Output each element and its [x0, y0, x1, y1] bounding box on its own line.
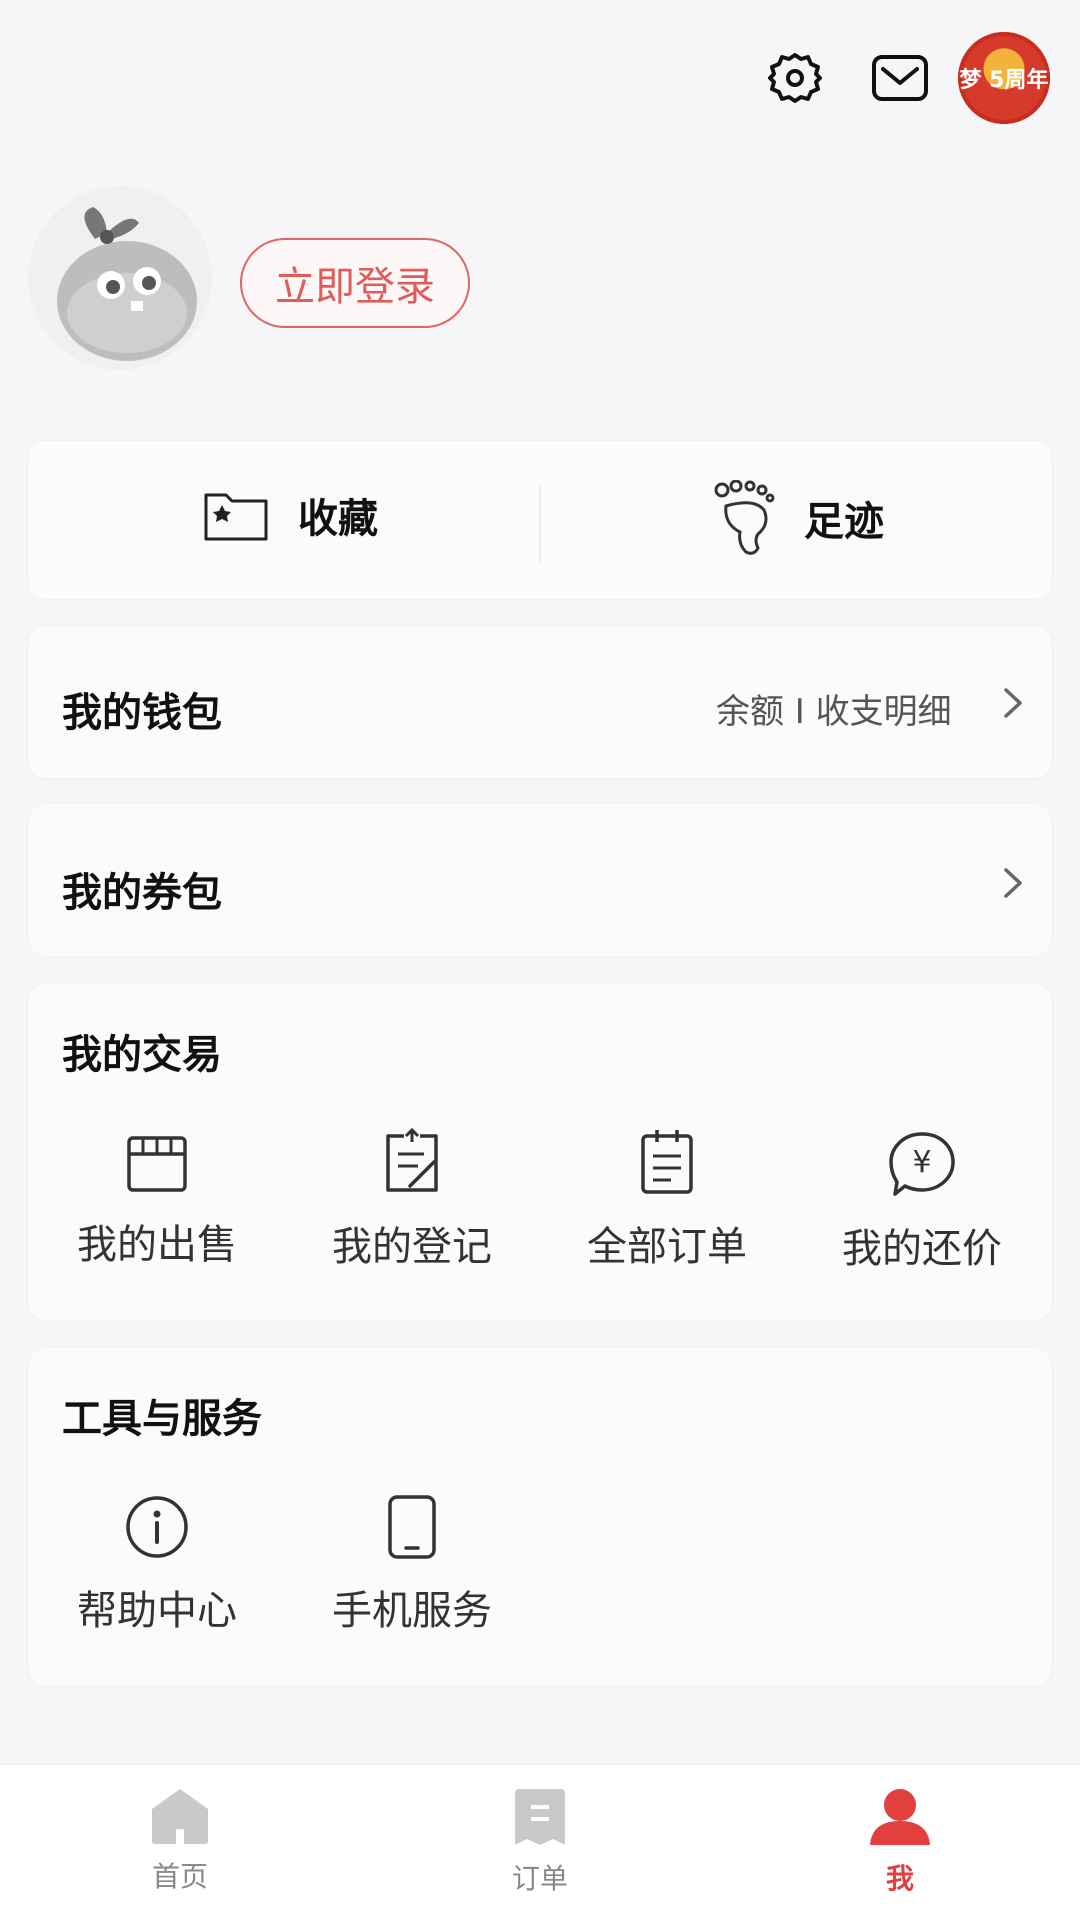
all-orders-label: 全部订单: [587, 1224, 747, 1270]
trades-title: 我的交易: [62, 1032, 222, 1078]
tab-orders[interactable]: 订单: [460, 1787, 620, 1897]
tab-me-label: 我: [885, 1862, 914, 1895]
tab-home[interactable]: 首页: [100, 1787, 260, 1895]
login-button[interactable]: 立即登录: [240, 238, 470, 328]
store-icon: [127, 1136, 187, 1192]
wallet-title: 我的钱包: [62, 690, 222, 736]
home-icon: [152, 1789, 208, 1844]
yen-bubble-icon: ¥: [889, 1132, 955, 1196]
order-icon: [515, 1789, 565, 1845]
default-avatar-icon: [57, 207, 197, 361]
tab-me[interactable]: 我: [820, 1787, 980, 1897]
help-center-label: 帮助中心: [77, 1588, 237, 1634]
profile-avatar[interactable]: [28, 186, 212, 370]
tab-home-label: 首页: [151, 1860, 208, 1893]
tools-title: 工具与服务: [62, 1396, 262, 1442]
bottom-tab-bar: 首页 订单 我: [0, 1764, 1080, 1921]
quick-actions-divider: [539, 484, 541, 562]
messages-button[interactable]: [868, 46, 932, 110]
info-circle-icon: [126, 1496, 188, 1558]
settings-button[interactable]: [763, 46, 827, 110]
my-counteroffer-label: 我的还价: [842, 1226, 1002, 1272]
mail-icon: [872, 55, 928, 101]
order-list-icon: [641, 1130, 693, 1194]
footprints-button[interactable]: 足迹: [714, 480, 884, 556]
folder-star-icon: [204, 493, 268, 541]
wallet-details-link[interactable]: 余额 I 收支明细: [716, 684, 952, 733]
my-sales-button[interactable]: 我的出售: [57, 1132, 257, 1270]
phone-service-button[interactable]: 手机服务: [312, 1494, 512, 1636]
svg-text:¥: ¥: [912, 1145, 931, 1180]
coupons-title: 我的券包: [62, 870, 222, 916]
login-button-label: 立即登录: [275, 264, 435, 310]
footprint-icon: [714, 480, 775, 555]
phone-service-label: 手机服务: [332, 1588, 492, 1634]
register-doc-icon: [386, 1128, 438, 1192]
my-sales-label: 我的出售: [77, 1222, 237, 1268]
person-icon: [870, 1789, 930, 1845]
chevron-right-icon: [1004, 688, 1022, 718]
promo-badge[interactable]: 梦 5周年: [958, 32, 1050, 124]
help-center-button[interactable]: 帮助中心: [57, 1494, 257, 1636]
favorites-label: 收藏: [298, 496, 378, 542]
tab-orders-label: 订单: [511, 1862, 568, 1895]
phone-icon: [388, 1495, 436, 1559]
all-orders-button[interactable]: 全部订单: [567, 1128, 767, 1272]
my-register-label: 我的登记: [332, 1224, 492, 1270]
footprints-label: 足迹: [804, 499, 884, 545]
my-counteroffer-button[interactable]: ¥ 我的还价: [822, 1130, 1022, 1274]
gear-icon: [768, 53, 822, 103]
favorites-button[interactable]: 收藏: [202, 486, 378, 544]
chevron-right-icon: [1004, 868, 1022, 898]
my-register-button[interactable]: 我的登记: [312, 1128, 512, 1272]
promo-badge-text: 梦 5周年: [959, 68, 1049, 93]
